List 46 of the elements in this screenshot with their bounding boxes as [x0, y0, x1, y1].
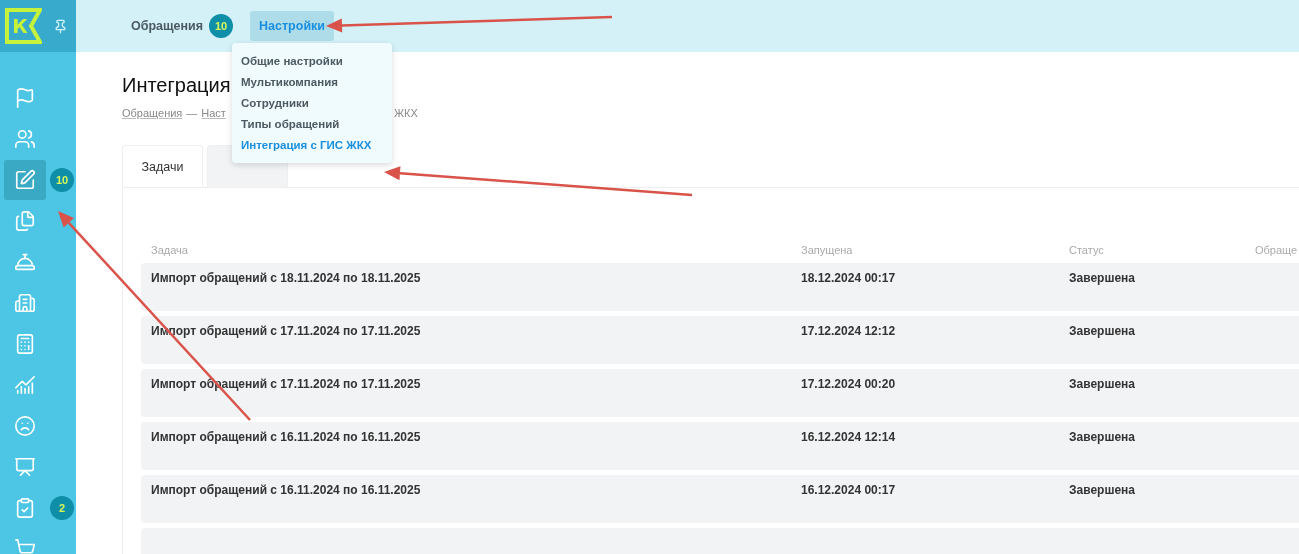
table-cell-text: 16.12.2024 00:17 [801, 483, 897, 497]
people-icon [14, 128, 36, 150]
presentation-icon [14, 456, 36, 478]
breadcrumb-link[interactable]: Обращения [122, 107, 183, 119]
column-header: Задача [151, 244, 189, 256]
column-header: Запущена [801, 244, 854, 256]
sidebar-item[interactable] [4, 160, 46, 200]
edit-icon [14, 169, 36, 191]
menu-item[interactable]: Типы обращений [232, 116, 392, 132]
table-cell-text: Импорт обращений с 16.11.2024 по 16.11.2025 [151, 430, 422, 444]
menu-item[interactable]: Интеграция с ГИС ЖКХ [232, 137, 392, 153]
table-cell-text: Завершена [1069, 324, 1136, 338]
breadcrumb-separator: — [186, 107, 198, 119]
menu-item[interactable]: Мультикомпания [232, 74, 392, 90]
clipboard-check-icon [14, 497, 36, 519]
menu-item[interactable]: Общие настройки [232, 53, 392, 69]
pin-icon[interactable] [53, 18, 68, 34]
flag-icon [14, 87, 36, 109]
count-badge: 2 [50, 496, 74, 520]
cart-icon [14, 538, 36, 554]
table-cell-text: Импорт обращений с 16.11.2024 по 16.11.2025 [151, 483, 422, 497]
nav-tab[interactable]: Обращения 10 [122, 6, 243, 46]
table-cell-text: 16.12.2024 12:14 [801, 430, 897, 444]
sad-face-icon [14, 415, 36, 437]
column-header: Статус [1069, 244, 1105, 256]
building-icon [14, 292, 36, 314]
table-cell-text: Импорт обращений с 18.11.2024 по 18.11.2025 [151, 271, 422, 285]
column-header: Обраще [1255, 244, 1299, 256]
table-cell-text: 18.12.2024 00:17 [801, 271, 897, 285]
chart-icon [14, 374, 36, 396]
table-cell-text: Завершена [1069, 377, 1136, 391]
table-cell-text: Завершена [1069, 483, 1136, 497]
breadcrumb-link[interactable]: ЖКХ [393, 107, 418, 119]
page-title: Интеграция [122, 74, 231, 97]
tab[interactable]: Задачи [122, 145, 203, 187]
table-cell-text: Завершена [1069, 430, 1136, 444]
breadcrumb-link[interactable]: Наст [201, 107, 226, 119]
count-badge: 10 [209, 14, 234, 38]
calculator-icon [14, 333, 36, 355]
table-cell-text: 17.12.2024 00:20 [801, 377, 897, 391]
table-cell-text: Завершена [1069, 271, 1136, 285]
bell-desk-icon [14, 251, 36, 273]
count-badge: 10 [50, 168, 74, 192]
table-cell-text: 17.12.2024 12:12 [801, 324, 897, 338]
menu-item[interactable]: Сотрудники [232, 95, 392, 111]
documents-icon [14, 210, 36, 232]
